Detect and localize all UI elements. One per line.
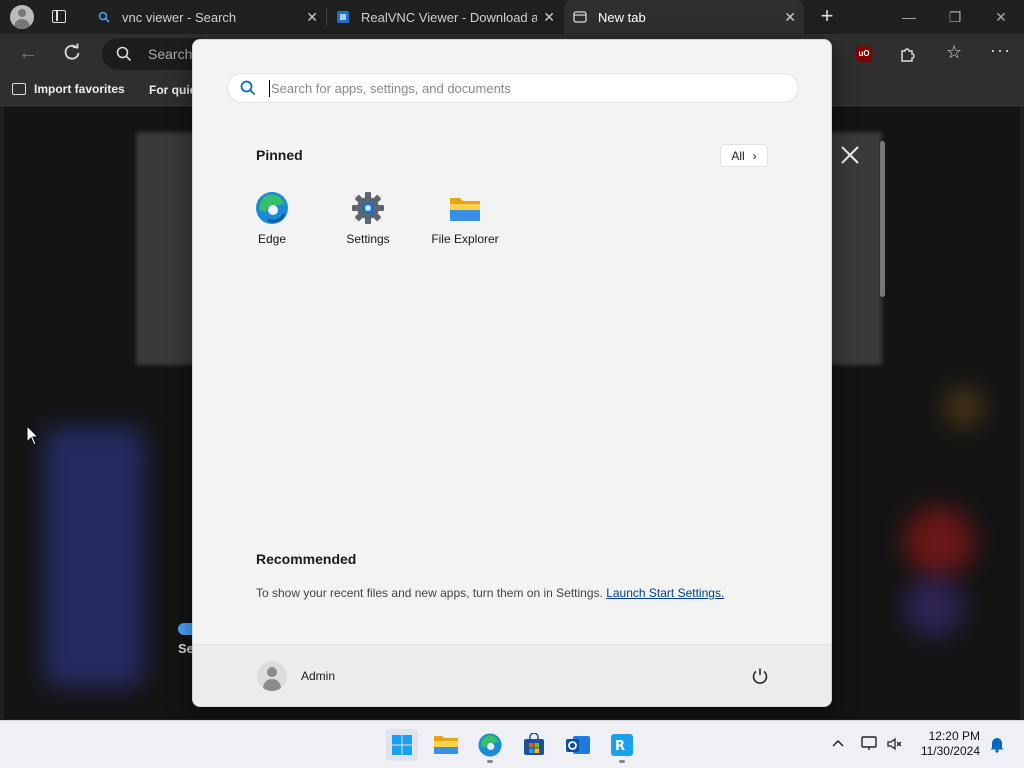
blur-shape	[944, 387, 984, 427]
outlook-icon[interactable]	[562, 729, 594, 761]
clock-time: 12:20 PM	[928, 729, 980, 743]
pinned-app-edge[interactable]: Edge	[224, 190, 320, 246]
pinned-heading: Pinned	[256, 147, 303, 163]
network-icon[interactable]	[860, 735, 878, 753]
running-indicator	[487, 760, 493, 763]
all-apps-label: All	[731, 148, 745, 163]
new-tab-plus-icon[interactable]: +	[816, 5, 838, 27]
favorites-star-icon[interactable]: ☆	[946, 42, 962, 63]
start-menu: Search for apps, settings, and documents…	[192, 39, 832, 707]
extensions-puzzle-icon[interactable]	[898, 44, 918, 64]
start-search-box[interactable]: Search for apps, settings, and documents	[227, 73, 799, 103]
svg-text:R: R	[615, 739, 625, 754]
file-explorer-icon[interactable]	[430, 729, 462, 761]
close-tab-icon[interactable]: ✕	[784, 9, 796, 26]
all-apps-button[interactable]: All ›	[720, 144, 768, 167]
tab-label: vnc viewer - Search	[122, 9, 237, 25]
tab-label: RealVNC Viewer - Download and	[361, 9, 537, 25]
address-search-icon	[116, 46, 132, 67]
clock[interactable]: 12:20 PM 11/30/2024	[916, 729, 980, 759]
volume-muted-icon[interactable]	[886, 735, 904, 753]
tab-label: New tab	[598, 9, 646, 25]
import-favorites-label: Import favorites	[34, 82, 125, 96]
restore-icon[interactable]: ❐	[932, 0, 978, 34]
realvnc-viewer-icon[interactable]: R	[606, 729, 638, 763]
window-close-icon[interactable]: ✕	[978, 0, 1024, 34]
start-search-placeholder: Search for apps, settings, and documents	[271, 81, 511, 96]
pinned-app-settings[interactable]: Settings	[320, 190, 416, 246]
settings-gear-icon	[350, 190, 386, 226]
blur-shape	[904, 577, 964, 637]
tab-vnc-search[interactable]: vnc viewer - Search ✕	[88, 0, 326, 34]
address-bar[interactable]: Search	[102, 38, 202, 70]
import-icon	[12, 83, 26, 95]
running-indicator	[619, 760, 625, 763]
minimize-icon[interactable]: —	[886, 0, 932, 34]
blur-shape	[904, 507, 974, 577]
profile-avatar[interactable]	[10, 5, 34, 29]
user-name: Admin	[301, 669, 336, 683]
refresh-icon[interactable]	[62, 42, 82, 62]
pinned-app-file-explorer[interactable]: File Explorer	[417, 190, 513, 246]
pinned-app-label: Edge	[257, 232, 287, 246]
blur-shape	[44, 427, 144, 687]
search-icon	[240, 80, 256, 101]
ublock-extension-icon[interactable]: uO	[856, 46, 872, 62]
more-menu-icon[interactable]: ···	[990, 40, 1011, 61]
launch-start-settings-link[interactable]: Launch Start Settings.	[606, 586, 724, 600]
store-icon[interactable]	[518, 729, 550, 761]
tab-actions-icon[interactable]	[52, 10, 66, 23]
start-menu-footer: Admin	[193, 644, 831, 706]
recommended-message: To show your recent files and new apps, …	[256, 586, 724, 600]
show-hidden-icons-chevron-up-icon[interactable]	[830, 735, 846, 751]
address-placeholder: Search	[148, 46, 193, 62]
notification-bell-icon[interactable]	[988, 735, 1006, 753]
tab-new-tab[interactable]: New tab ✕	[564, 0, 804, 34]
realvnc-icon	[335, 9, 351, 25]
close-panel-icon[interactable]	[840, 145, 860, 165]
quick-links-label[interactable]: For quic	[149, 83, 196, 97]
browser-tab-bar: vnc viewer - Search ✕ RealVNC Viewer - D…	[0, 0, 1024, 34]
pinned-app-label: Settings	[346, 232, 390, 246]
recommended-text: To show your recent files and new apps, …	[256, 586, 603, 600]
close-tab-icon[interactable]: ✕	[543, 9, 555, 26]
user-account-button[interactable]: Admin	[257, 661, 335, 691]
import-favorites-link[interactable]: Import favorites	[12, 82, 125, 96]
close-tab-icon[interactable]: ✕	[306, 9, 318, 26]
folder-icon	[447, 190, 483, 226]
windows-start-icon[interactable]	[386, 729, 418, 761]
clock-date: 11/30/2024	[920, 744, 980, 758]
tab-realvnc-download[interactable]: RealVNC Viewer - Download and ✕	[327, 0, 563, 34]
text-caret	[269, 80, 270, 97]
recommended-heading: Recommended	[256, 551, 357, 567]
search-icon	[96, 9, 112, 25]
mouse-cursor-icon	[26, 424, 40, 447]
back-arrow-icon[interactable]: ←	[18, 42, 38, 65]
power-icon[interactable]	[751, 667, 769, 685]
edge-icon[interactable]	[474, 729, 506, 763]
newtab-icon	[572, 9, 588, 25]
pinned-app-label: File Explorer	[431, 232, 499, 246]
scrollbar-thumb[interactable]	[880, 141, 885, 297]
chevron-right-icon: ›	[752, 148, 757, 163]
user-avatar-icon	[257, 661, 287, 691]
taskbar: R 12:20 PM 11/30/2024	[0, 720, 1024, 768]
edge-icon	[254, 190, 290, 226]
